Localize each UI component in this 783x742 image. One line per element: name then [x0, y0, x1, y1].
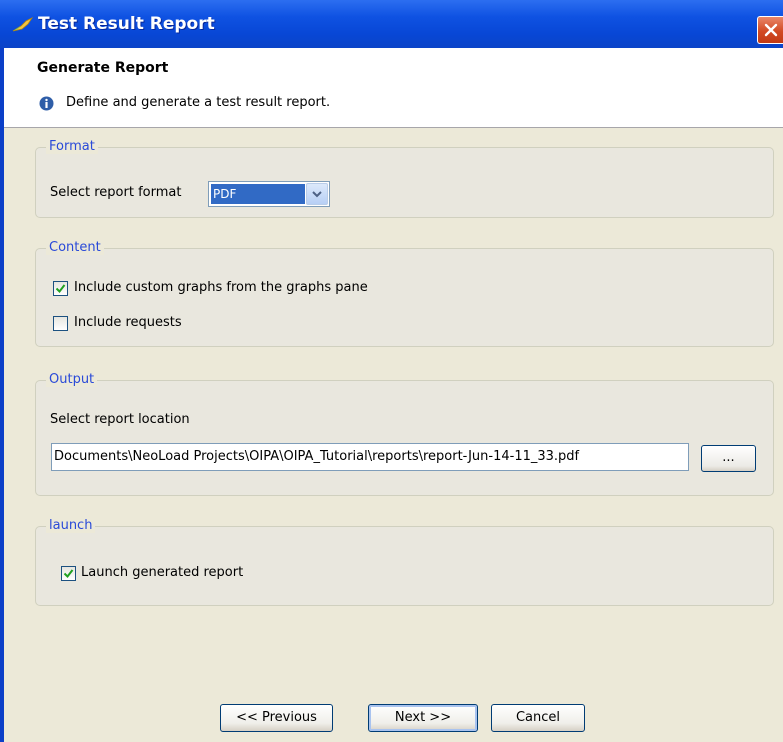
previous-button[interactable]: << Previous: [220, 704, 333, 732]
page-title: Generate Report: [37, 60, 169, 76]
app-icon: [12, 17, 34, 32]
wizard-header: Generate Report Define and generate a te…: [4, 48, 783, 128]
launch-report-label[interactable]: Launch generated report: [81, 565, 243, 580]
launch-legend: launch: [46, 518, 96, 533]
include-requests-label[interactable]: Include requests: [74, 315, 182, 330]
report-format-select[interactable]: PDF: [208, 181, 330, 207]
content-legend: Content: [46, 240, 104, 255]
close-icon: [764, 23, 777, 37]
info-icon: [39, 96, 54, 111]
cancel-button[interactable]: Cancel: [491, 704, 585, 732]
content-group: Content Include custom graphs from the g…: [35, 240, 774, 347]
report-format-value: PDF: [211, 184, 305, 204]
dropdown-button[interactable]: [306, 183, 328, 205]
checkmark-icon: [63, 569, 74, 579]
launch-group: launch Launch generated report: [35, 518, 774, 606]
launch-report-checkbox[interactable]: [61, 566, 76, 581]
dialog-body: Generate Report Define and generate a te…: [4, 48, 783, 742]
output-group: Output Select report location Documents\…: [35, 372, 774, 496]
include-graphs-label[interactable]: Include custom graphs from the graphs pa…: [74, 280, 368, 295]
dialog-window: Test Result Report Generate Report Defin…: [0, 0, 783, 742]
report-location-field[interactable]: Documents\NeoLoad Projects\OIPA\OIPA_Tut…: [51, 443, 689, 471]
location-label: Select report location: [50, 412, 190, 427]
include-graphs-checkbox[interactable]: [53, 281, 68, 296]
checkmark-icon: [55, 284, 66, 294]
format-group: Format Select report format PDF: [35, 139, 774, 218]
format-label: Select report format: [50, 185, 182, 200]
next-button[interactable]: Next >>: [368, 704, 478, 732]
title-bar[interactable]: Test Result Report: [0, 0, 783, 48]
window-title: Test Result Report: [38, 14, 215, 34]
chevron-down-icon: [312, 191, 322, 198]
page-description: Define and generate a test result report…: [66, 95, 331, 110]
browse-button[interactable]: ...: [701, 445, 756, 472]
include-requests-checkbox[interactable]: [53, 316, 68, 331]
format-legend: Format: [46, 139, 98, 154]
close-button[interactable]: [757, 16, 783, 44]
output-legend: Output: [46, 372, 98, 387]
